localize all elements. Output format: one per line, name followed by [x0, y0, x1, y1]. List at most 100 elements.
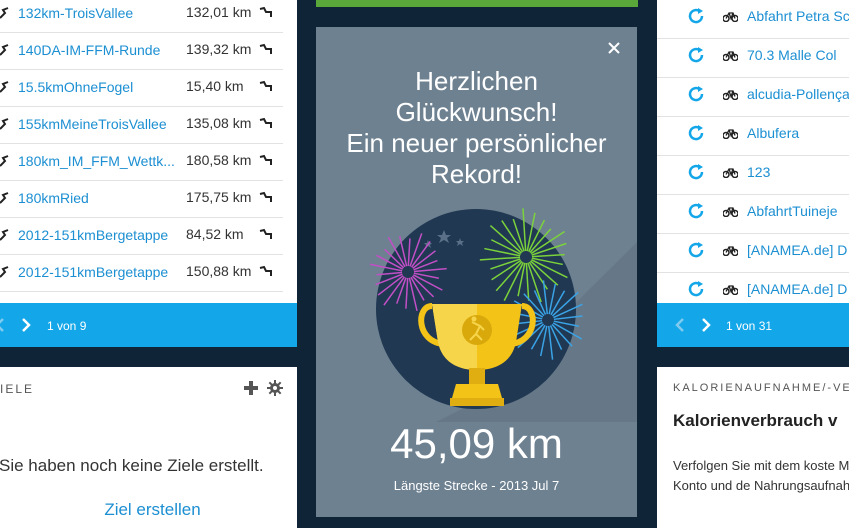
course-distance: 84,52 km [186, 226, 244, 242]
activity-row[interactable]: [ANAMEA.de] D [657, 273, 849, 303]
gear-icon[interactable] [267, 380, 283, 396]
courses-panel: 132km-TroisVallee 132,01 km 140DA-IM-FFM-R… [0, 0, 297, 303]
goals-panel: IELE Sie haben noch keine Ziele erstellt… [0, 367, 297, 528]
route-icon [259, 43, 272, 54]
route-icon [259, 154, 272, 165]
course-name[interactable]: 2012-151kmBergetappe [18, 227, 178, 243]
activity-row[interactable]: Abfahrt Petra Sc [657, 0, 849, 39]
sync-icon[interactable] [687, 163, 705, 181]
course-name[interactable]: 15.5kmOhneFogel [18, 79, 178, 95]
bicycle-icon [723, 246, 738, 256]
course-row[interactable]: 15.5kmOhneFogel 15,40 km [0, 70, 283, 107]
route-icon [259, 191, 272, 202]
activity-row[interactable]: alcudia-Pollença [657, 78, 849, 117]
chevron-right-icon[interactable] [701, 317, 711, 333]
course-name[interactable]: 140DA-IM-FFM-Runde [18, 42, 178, 58]
chevron-left-icon[interactable] [0, 317, 5, 333]
course-row[interactable]: 132km-TroisVallee 132,01 km [0, 0, 283, 33]
bike-icon [0, 266, 9, 278]
activity-name[interactable]: 70.3 Malle Col [747, 47, 837, 63]
sync-icon[interactable] [687, 85, 705, 103]
course-distance: 15,40 km [186, 78, 244, 94]
course-name[interactable]: 180km_IM_FFM_Wettk... [18, 153, 178, 169]
activity-name[interactable]: Abfahrt Petra Sc [747, 8, 849, 24]
close-icon[interactable] [607, 41, 621, 55]
course-distance: 150,88 km [186, 263, 252, 279]
activity-row[interactable]: [ANAMEA.de] D [657, 234, 849, 273]
create-goal-link[interactable]: Ziel erstellen [0, 500, 297, 520]
course-row[interactable]: 2012-151kmBergetappe 84,52 km [0, 218, 283, 255]
sync-icon[interactable] [687, 280, 705, 298]
course-distance: 132,01 km [186, 4, 252, 20]
courses-page-indicator: 1 von 9 [47, 319, 87, 333]
goals-empty-message: Sie haben noch keine Ziele erstellt. [0, 456, 264, 475]
course-distance: 139,32 km [186, 41, 252, 57]
modal-title: Herzlichen Glückwunsch! Ein neuer persön… [316, 66, 637, 190]
bicycle-icon [723, 90, 738, 100]
course-distance: 135,08 km [186, 115, 252, 131]
bicycle-icon [723, 51, 738, 61]
trophy-fireworks-illustration [369, 208, 637, 422]
bike-icon [0, 155, 9, 167]
course-row[interactable]: 155kmMeineTroisVallee 135,08 km [0, 107, 283, 144]
bike-icon [0, 118, 9, 130]
calories-title: KALORIENAUFNAHME/-VE [673, 382, 849, 394]
plus-icon[interactable] [244, 381, 258, 395]
sync-icon[interactable] [687, 202, 705, 220]
course-row[interactable]: 180kmRied 175,75 km [0, 181, 283, 218]
activities-page-indicator: 1 von 31 [726, 319, 773, 333]
activity-name[interactable]: alcudia-Pollença [747, 86, 849, 102]
calories-panel: KALORIENAUFNAHME/-VE Kalorienverbrauch v… [657, 367, 849, 528]
sync-icon[interactable] [687, 241, 705, 259]
course-row[interactable]: 140DA-IM-FFM-Runde 139,32 km [0, 33, 283, 70]
activity-row[interactable]: 123 [657, 156, 849, 195]
course-name[interactable]: 155kmMeineTroisVallee [18, 116, 178, 132]
activity-name[interactable]: AbfahrtTuineje [747, 203, 838, 219]
sync-icon[interactable] [687, 46, 705, 64]
course-distance: 175,75 km [186, 189, 252, 205]
bike-icon [0, 81, 9, 93]
route-icon [259, 265, 272, 276]
modal-title-line: Ein neuer persönlicher [346, 128, 607, 158]
activity-row[interactable]: AbfahrtTuineje [657, 195, 849, 234]
course-distance: 180,58 km [186, 152, 252, 168]
personal-record-modal: Herzlichen Glückwunsch! Ein neuer persön… [316, 27, 637, 517]
modal-title-line: Rekord! [430, 159, 523, 189]
course-name[interactable]: 132km-TroisVallee [18, 5, 178, 21]
modal-title-line: Herzlichen [415, 66, 538, 96]
activity-name[interactable]: [ANAMEA.de] D [747, 242, 847, 258]
bicycle-icon [723, 12, 738, 22]
activity-row[interactable]: Albufera [657, 117, 849, 156]
course-name[interactable]: 180kmRied [18, 190, 178, 206]
activity-name[interactable]: Albufera [747, 125, 799, 141]
course-name[interactable]: 2012-151kmBergetappe [18, 264, 178, 280]
activity-name[interactable]: 123 [747, 164, 770, 180]
chevron-left-icon[interactable] [675, 317, 685, 333]
activities-panel: Abfahrt Petra Sc 70.3 Malle Col alcudia-Po… [657, 0, 849, 303]
course-row[interactable]: 180km_IM_FFM_Wettk... 180,58 km [0, 144, 283, 181]
route-icon [259, 80, 272, 91]
route-icon [259, 6, 272, 17]
record-subtitle: Längste Strecke - 2013 Jul 7 [393, 478, 560, 493]
chevron-right-icon[interactable] [21, 317, 31, 333]
calories-description: Verfolgen Sie mit dem koste MyFitnessPal… [673, 458, 849, 493]
route-icon [259, 228, 272, 239]
bike-icon [0, 44, 9, 56]
bicycle-icon [723, 285, 738, 295]
goals-title: IELE [0, 382, 35, 396]
banner-strip [316, 0, 638, 7]
sync-icon[interactable] [687, 7, 705, 25]
bicycle-icon [723, 207, 738, 217]
activities-pager: 1 von 31 [657, 303, 849, 347]
activity-row[interactable]: 70.3 Malle Col [657, 39, 849, 78]
bike-icon [0, 192, 9, 204]
sync-icon[interactable] [687, 124, 705, 142]
calories-heading: Kalorienverbrauch v [673, 411, 838, 430]
activity-name[interactable]: [ANAMEA.de] D [747, 281, 847, 297]
bicycle-icon [723, 129, 738, 139]
bike-icon [0, 229, 9, 241]
courses-pager: 1 von 9 [0, 303, 297, 347]
record-distance: 45,09 km [390, 420, 563, 467]
bicycle-icon [723, 168, 738, 178]
course-row[interactable]: 2012-151kmBergetappe 150,88 km [0, 255, 283, 292]
